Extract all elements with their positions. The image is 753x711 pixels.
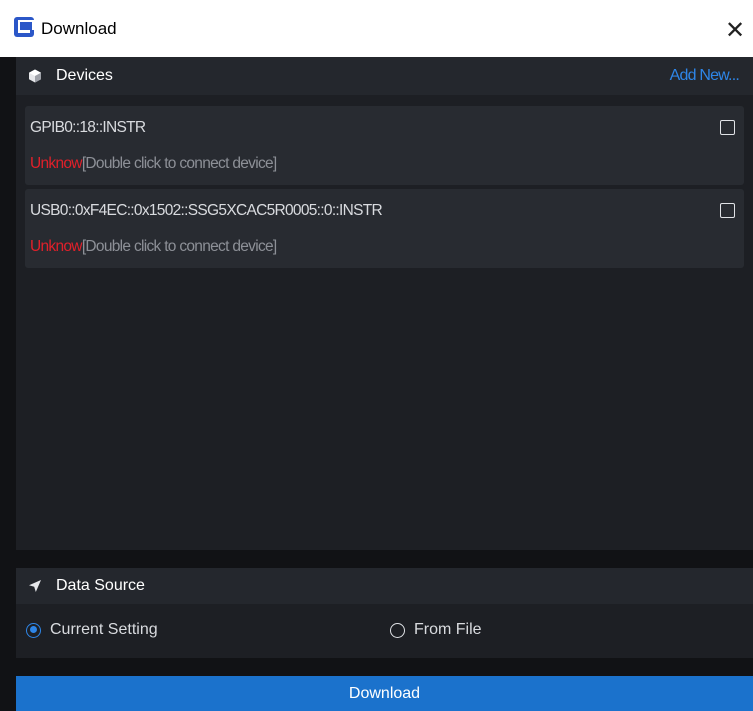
devices-panel: Devices Add New... GPIB0::18::INSTR Unkn…: [16, 57, 753, 550]
device-address: USB0::0xF4EC::0x1502::SSG5XCAC5R0005::0:…: [30, 202, 383, 219]
radio-label: From File: [414, 621, 482, 638]
device-select-checkbox[interactable]: [720, 120, 735, 135]
window-title: Download: [41, 19, 117, 38]
device-list: GPIB0::18::INSTR Unknow[Double click to …: [25, 106, 744, 272]
device-status-line: Unknow[Double click to connect device]: [30, 238, 277, 256]
device-row-usb[interactable]: USB0::0xF4EC::0x1502::SSG5XCAC5R0005::0:…: [25, 189, 744, 268]
radio-from-file[interactable]: From File: [390, 621, 482, 639]
send-arrow-icon: [29, 580, 41, 592]
radio-selected-indicator[interactable]: [26, 622, 41, 638]
device-status: Unknow: [30, 238, 83, 255]
device-status: Unknow: [30, 155, 83, 172]
data-source-panel: Data Source Current Setting From File: [16, 568, 753, 658]
close-button[interactable]: ✕: [717, 12, 753, 48]
device-status-line: Unknow[Double click to connect device]: [30, 155, 277, 173]
title-bar: Download ✕: [0, 0, 753, 57]
download-dialog: Devices Add New... GPIB0::18::INSTR Unkn…: [0, 57, 753, 711]
download-button[interactable]: Download: [16, 676, 753, 711]
data-source-header: Data Source: [16, 568, 753, 604]
device-select-checkbox[interactable]: [720, 203, 735, 218]
cube-icon: [29, 69, 41, 83]
device-row-gpib[interactable]: GPIB0::18::INSTR Unknow[Double click to …: [25, 106, 744, 185]
device-connect-hint: [Double click to connect device]: [81, 155, 277, 172]
add-new-device-link[interactable]: Add New...: [670, 67, 740, 85]
app-logo-icon: [14, 17, 34, 37]
devices-header: Devices Add New...: [16, 57, 753, 95]
data-source-options: Current Setting From File: [16, 604, 753, 658]
data-source-title: Data Source: [56, 577, 145, 594]
devices-title: Devices: [56, 67, 113, 84]
radio-indicator[interactable]: [390, 622, 405, 638]
device-connect-hint: [Double click to connect device]: [81, 238, 277, 255]
device-address: GPIB0::18::INSTR: [30, 119, 146, 136]
radio-label: Current Setting: [50, 621, 158, 638]
radio-current-setting[interactable]: Current Setting: [26, 621, 158, 639]
